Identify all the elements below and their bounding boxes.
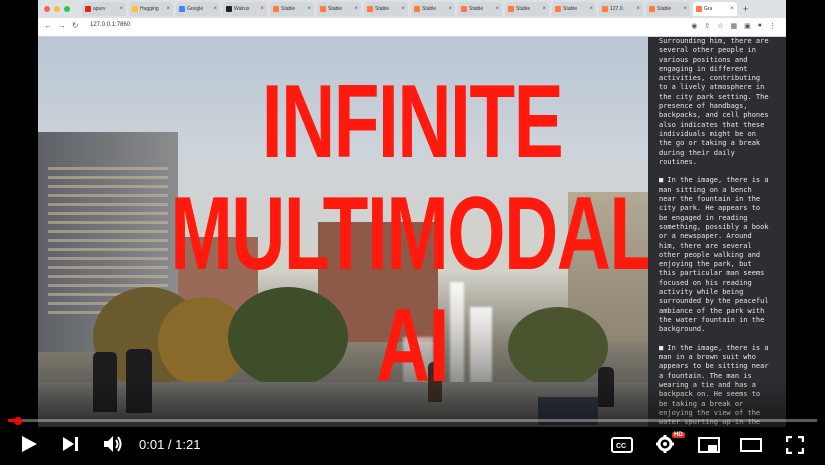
back-icon[interactable]: ←	[44, 21, 52, 30]
url-field[interactable]: 127.0.0.1:7860	[90, 22, 130, 28]
scrubber-handle[interactable]	[13, 417, 22, 425]
browser-tab[interactable]: Stable ×	[646, 2, 690, 16]
svg-text:CC: CC	[616, 443, 626, 450]
tab-label: 127.0.	[610, 6, 624, 12]
tab-close-icon[interactable]: ×	[542, 6, 546, 12]
tab-close-icon[interactable]: ×	[119, 6, 123, 12]
tab-label: Gra	[704, 6, 713, 12]
fountain-jet-1	[450, 282, 464, 392]
tab-label: Stable	[516, 6, 531, 12]
menu-icon[interactable]: ⋮	[769, 22, 776, 30]
address-icons: ◉ ⇧ ☆ ▦ ▣ ● ⋮	[691, 22, 776, 30]
bookmark-star-icon[interactable]: ☆	[717, 22, 723, 30]
tab-close-icon[interactable]: ×	[448, 6, 452, 12]
zoom-window-button[interactable]	[64, 6, 70, 12]
tab-close-icon[interactable]: ×	[730, 6, 734, 12]
tab-label: Stable	[422, 6, 437, 12]
address-bar: ← → ↻ 127.0.0.1:7860 ◉ ⇧ ☆ ▦ ▣ ● ⋮	[38, 18, 786, 37]
reload-icon[interactable]: ↻	[72, 21, 79, 30]
volume-icon[interactable]	[103, 435, 125, 453]
fullscreen-icon[interactable]	[786, 436, 804, 454]
extensions-icon[interactable]: ▦	[731, 22, 738, 30]
browser-tab[interactable]: Stable ×	[458, 2, 502, 16]
browser-tab[interactable]: Stable ×	[552, 2, 596, 16]
tab-label: Stable	[328, 6, 343, 12]
next-icon[interactable]	[62, 436, 80, 452]
tree-4	[508, 307, 608, 387]
browser-tab[interactable]: Stable ×	[411, 2, 455, 16]
tab-label: Stable	[469, 6, 484, 12]
tab-label: Hugging	[140, 6, 159, 12]
browser-window: apurv × Hugging × Google × Walrus × Stable × Stabl…	[38, 0, 786, 38]
camera-icon[interactable]: ◉	[691, 22, 697, 30]
tree-3	[228, 287, 348, 387]
tab-favicon-icon	[320, 6, 326, 12]
theater-mode-icon[interactable]	[740, 438, 762, 452]
caption-output-text: Surrounding him, there are several other…	[659, 37, 769, 426]
progress-bar[interactable]	[8, 419, 817, 422]
browser-tab[interactable]: Google ×	[176, 2, 220, 16]
tab-favicon-icon	[649, 6, 655, 12]
tab-favicon-icon	[555, 6, 561, 12]
sidepanel-icon[interactable]: ▣	[744, 22, 751, 30]
tab-close-icon[interactable]: ×	[166, 6, 170, 12]
miniplayer-icon[interactable]	[698, 437, 720, 453]
close-window-button[interactable]	[44, 6, 50, 12]
forward-icon[interactable]: →	[58, 21, 66, 30]
play-icon[interactable]	[20, 435, 38, 453]
tab-favicon-icon	[273, 6, 279, 12]
tab-favicon-icon	[367, 6, 373, 12]
browser-tab[interactable]: Gra ×	[693, 2, 737, 16]
browser-tab[interactable]: 127.0. ×	[599, 2, 643, 16]
tab-favicon-icon	[179, 6, 185, 12]
tab-close-icon[interactable]: ×	[213, 6, 217, 12]
tab-favicon-icon	[85, 6, 91, 12]
tab-label: Stable	[657, 6, 672, 12]
tab-label: apurv	[93, 6, 106, 12]
tab-close-icon[interactable]: ×	[354, 6, 358, 12]
tab-close-icon[interactable]: ×	[307, 6, 311, 12]
tab-favicon-icon	[414, 6, 420, 12]
browser-tab[interactable]: Stable ×	[270, 2, 314, 16]
browser-tab[interactable]: Stable ×	[317, 2, 361, 16]
tab-label: Walrus	[234, 6, 250, 12]
tab-favicon-icon	[461, 6, 467, 12]
share-icon[interactable]: ⇧	[704, 22, 710, 30]
captions-icon[interactable]: CC	[611, 437, 633, 453]
browser-tab[interactable]: Walrus ×	[223, 2, 267, 16]
new-tab-button[interactable]: +	[743, 2, 748, 18]
tab-favicon-icon	[226, 6, 232, 12]
tab-bar: apurv × Hugging × Google × Walrus × Stable × Stabl…	[38, 0, 786, 18]
video-frame[interactable]	[38, 37, 648, 427]
browser-tab[interactable]: apurv ×	[82, 2, 126, 16]
tab-favicon-icon	[696, 6, 702, 12]
tab-favicon-icon	[132, 6, 138, 12]
browser-tab[interactable]: Stable ×	[505, 2, 549, 16]
tab-favicon-icon	[508, 6, 514, 12]
tab-close-icon[interactable]: ×	[589, 6, 593, 12]
tab-label: Stable	[281, 6, 296, 12]
minimize-window-button[interactable]	[54, 6, 60, 12]
hd-badge: HD	[672, 432, 685, 438]
tab-close-icon[interactable]: ×	[260, 6, 264, 12]
profile-icon[interactable]: ●	[758, 22, 762, 30]
time-display: 0:01 / 1:21	[139, 437, 201, 452]
window-controls	[44, 6, 70, 12]
tab-close-icon[interactable]: ×	[683, 6, 687, 12]
tab-close-icon[interactable]: ×	[495, 6, 499, 12]
browser-tabs: apurv × Hugging × Google × Walrus × Stable × Stabl…	[82, 2, 748, 18]
tab-close-icon[interactable]: ×	[636, 6, 640, 12]
tab-close-icon[interactable]: ×	[401, 6, 405, 12]
caption-output-panel: Surrounding him, there are several other…	[648, 37, 786, 427]
browser-tab[interactable]: Stable ×	[364, 2, 408, 16]
tab-favicon-icon	[602, 6, 608, 12]
browser-tab[interactable]: Hugging ×	[129, 2, 173, 16]
tab-label: Stable	[563, 6, 578, 12]
tab-label: Stable	[375, 6, 390, 12]
tab-label: Google	[187, 6, 204, 12]
